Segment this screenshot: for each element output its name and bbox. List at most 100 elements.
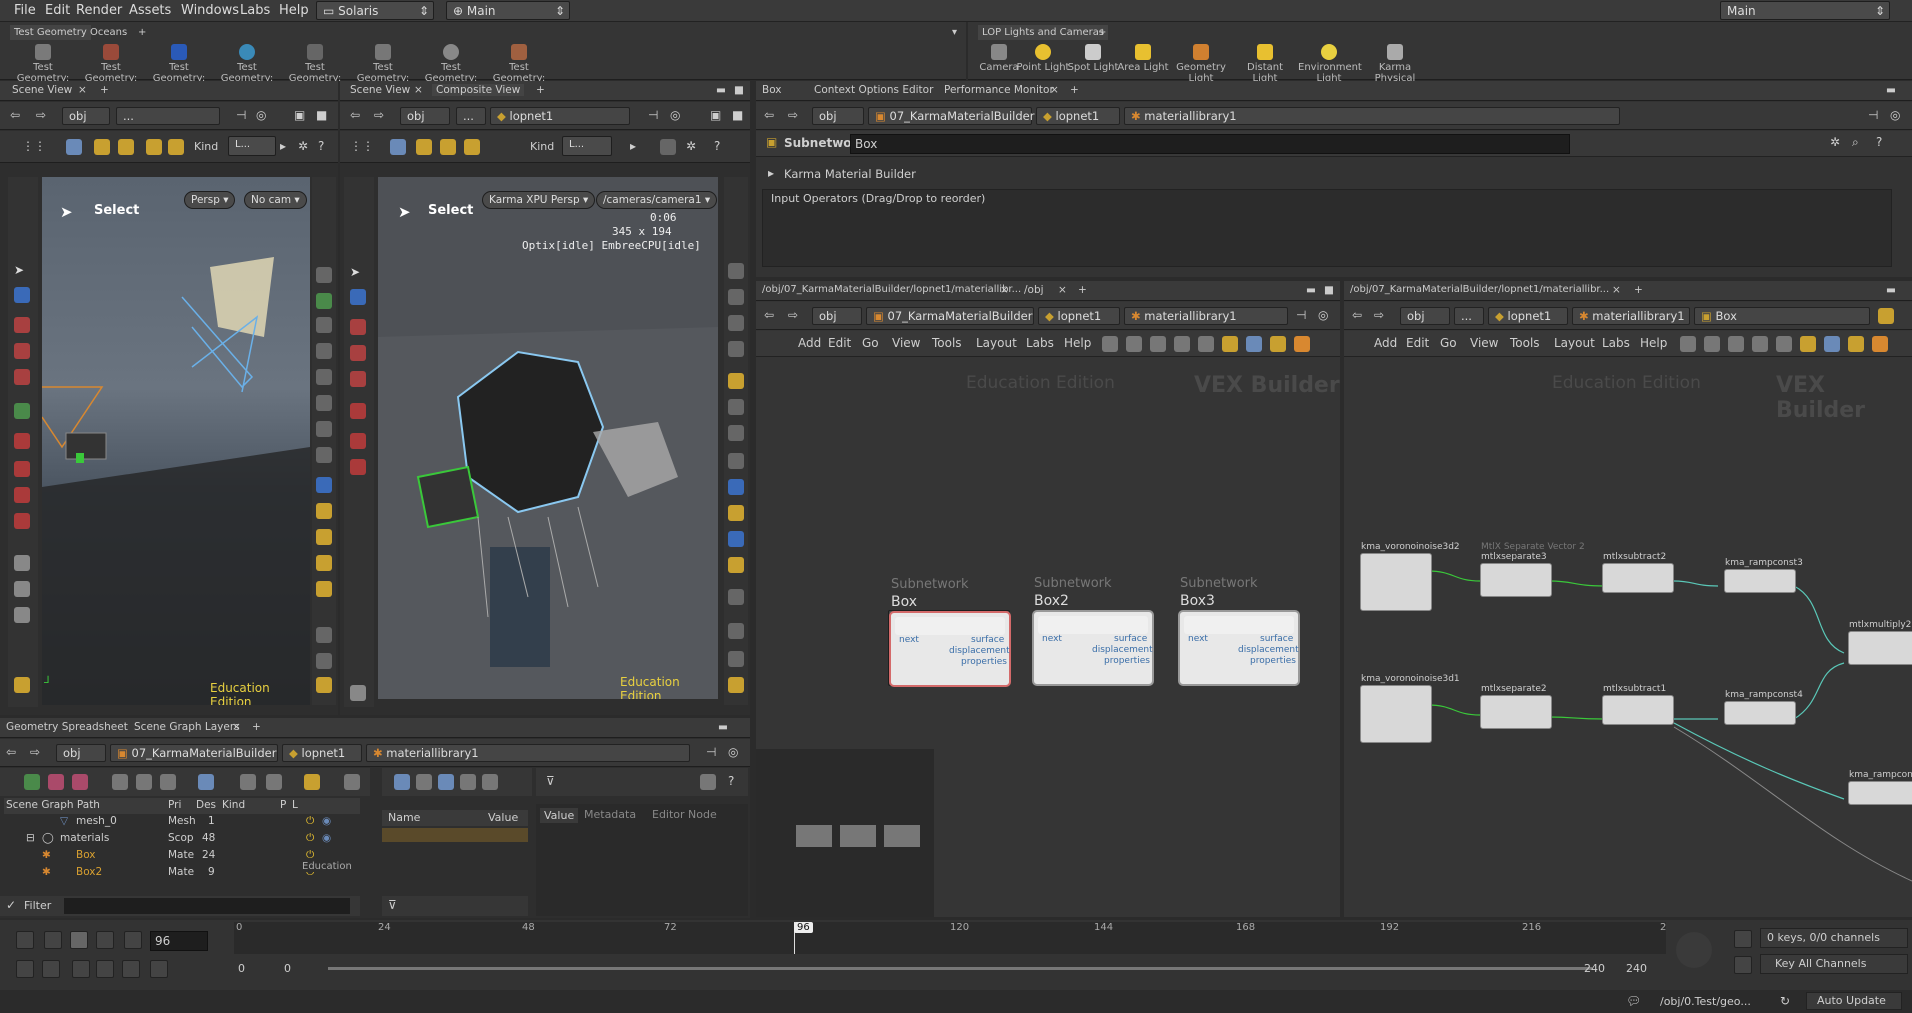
menu-view[interactable]: View xyxy=(892,336,920,350)
port-properties[interactable]: properties xyxy=(961,657,1007,667)
grid-icon[interactable]: ⋮⋮ xyxy=(22,139,46,153)
filter-icon[interactable]: ⊽ xyxy=(546,774,555,788)
gear-icon[interactable]: ✲ xyxy=(298,139,308,153)
maximize-icon[interactable]: ▬ xyxy=(1886,84,1896,96)
filter-icon[interactable] xyxy=(48,774,64,790)
select-mode-icon[interactable] xyxy=(66,139,82,155)
jump-start-icon[interactable] xyxy=(16,931,34,949)
port-next[interactable]: next xyxy=(899,635,919,645)
chat-icon[interactable]: 💬︎ xyxy=(1626,994,1641,1008)
port-properties[interactable]: properties xyxy=(1104,656,1150,666)
node-box[interactable]: Subnetwork Box next surface displacement… xyxy=(888,577,1011,687)
viewport-mid[interactable]: ➤ Select Karma XPU Persp ▾ /cameras/came… xyxy=(378,177,718,699)
selection-icon[interactable] xyxy=(94,139,110,155)
path-obj[interactable]: obj xyxy=(62,107,110,125)
snap-icon[interactable] xyxy=(14,461,30,477)
port-surface[interactable]: surface xyxy=(1114,634,1147,644)
add-tab-icon[interactable]: + xyxy=(1094,25,1110,40)
pin-icon[interactable]: ⊣ xyxy=(648,108,658,122)
audio-icon[interactable] xyxy=(16,960,34,978)
path-materiallibrary1[interactable]: ✱ materiallibrary1 xyxy=(1124,307,1288,325)
maximize-icon[interactable]: ▬ xyxy=(718,721,728,733)
close-pane-icon[interactable]: ■ xyxy=(1324,284,1334,296)
menu-help[interactable]: Help xyxy=(1064,336,1091,350)
end-frame[interactable]: 240 xyxy=(1584,962,1605,975)
property-row[interactable] xyxy=(382,828,528,842)
display-option-icon[interactable] xyxy=(728,531,744,547)
move-icon[interactable] xyxy=(14,317,30,333)
selection-icon[interactable] xyxy=(146,139,162,155)
display-option-icon[interactable] xyxy=(316,581,332,597)
menu-labs[interactable]: Labs xyxy=(1026,336,1054,350)
node-box3[interactable]: Subnetwork Box3 next surface displacemen… xyxy=(1178,576,1300,686)
pin-icon[interactable]: ⊣ xyxy=(1296,308,1306,322)
display-option-icon[interactable] xyxy=(316,529,332,545)
visibility-icon[interactable]: ⏻ xyxy=(306,815,314,828)
tab-scene-graph-layers[interactable]: Scene Graph Layers xyxy=(134,721,240,733)
display-option-icon[interactable] xyxy=(728,479,744,495)
link-icon[interactable]: ◎ xyxy=(670,108,680,122)
menu-edit[interactable]: Edit xyxy=(828,336,851,350)
grid-icon[interactable] xyxy=(316,677,332,693)
search-icon[interactable]: ⌕ xyxy=(1852,135,1859,150)
close-icon[interactable]: × xyxy=(414,84,423,96)
list-icon[interactable] xyxy=(1150,336,1166,352)
node-mtlxseparate2[interactable]: mtlxseparate2 xyxy=(1480,684,1552,729)
viewport-left[interactable]: ➤ Select Persp ▾ No cam ▾ Education Edit… xyxy=(42,177,310,705)
display-option-icon[interactable] xyxy=(316,267,332,283)
tab-context-options[interactable]: Context Options Editor xyxy=(814,84,933,96)
channel-icon[interactable] xyxy=(1734,956,1752,974)
play-icon[interactable]: ▸ xyxy=(280,139,286,153)
path-materiallibrary1[interactable]: ✱ materiallibrary1 xyxy=(1124,107,1620,125)
menu-render[interactable]: Render xyxy=(76,3,122,18)
settings-icon[interactable] xyxy=(14,677,30,693)
forward-icon[interactable]: ⇨ xyxy=(374,108,384,122)
auto-update-button[interactable]: Auto Update xyxy=(1806,992,1902,1010)
info-icon[interactable] xyxy=(316,653,332,669)
back-icon[interactable]: ⇦ xyxy=(10,108,20,122)
snap-icon[interactable] xyxy=(350,403,366,419)
tab-metadata[interactable]: Metadata xyxy=(584,808,636,821)
timeline-ruler[interactable]: 0 24 48 72 120 144 168 192 216 2 96 xyxy=(234,922,1666,954)
path-lopnet1[interactable]: ◆ lopnet1 xyxy=(490,107,630,125)
light-icon[interactable] xyxy=(14,581,30,597)
pin-icon[interactable]: ⊣ xyxy=(236,108,246,122)
tool-geometry-light[interactable]: Geometry Light xyxy=(1170,44,1232,84)
realtime-icon[interactable] xyxy=(96,960,114,978)
display-option-icon[interactable] xyxy=(728,399,744,415)
step-icon[interactable] xyxy=(122,960,140,978)
rotate-icon[interactable] xyxy=(350,345,366,361)
path-obj[interactable]: obj xyxy=(400,107,450,125)
display-option-icon[interactable] xyxy=(316,477,332,493)
path-more[interactable]: ... xyxy=(116,107,220,125)
tree-icon[interactable] xyxy=(266,774,282,790)
node-mtlxseparate3[interactable]: MtlX Separate Vector 2 mtlxseparate3 xyxy=(1480,542,1585,597)
port-displacement[interactable]: displacement xyxy=(949,646,1010,656)
port-next[interactable]: next xyxy=(1042,634,1062,644)
close-pane-icon[interactable]: ■ xyxy=(734,84,744,96)
transform-icon[interactable] xyxy=(482,774,498,790)
port-displacement[interactable]: displacement xyxy=(1238,645,1299,655)
expand-icon[interactable]: ⊟ xyxy=(26,832,35,844)
display-option-icon[interactable] xyxy=(316,447,332,463)
display-option-icon[interactable] xyxy=(728,373,744,389)
tab-geometry-spreadsheet[interactable]: Geometry Spreadsheet xyxy=(6,721,128,733)
info-icon[interactable] xyxy=(728,651,744,667)
refresh-icon[interactable]: ↻ xyxy=(1780,994,1790,1008)
frame-field[interactable]: 96 xyxy=(150,931,208,951)
table-row[interactable]: ▽ mesh_0 Mesh 1 ⏻ ◉ xyxy=(4,815,360,830)
key-icon[interactable] xyxy=(1676,932,1712,968)
shelf-tab-test-geometry[interactable]: Test Geometry xyxy=(10,25,91,40)
display-option-icon[interactable] xyxy=(728,315,744,331)
note-icon[interactable] xyxy=(1222,336,1238,352)
display-option-icon[interactable] xyxy=(728,289,744,305)
search-icon[interactable] xyxy=(160,774,176,790)
cam-menu[interactable]: No cam ▾ xyxy=(244,191,307,209)
help-icon[interactable]: ? xyxy=(318,139,324,153)
path-obj[interactable]: obj xyxy=(56,744,106,762)
snapshot-icon[interactable]: ▣ xyxy=(294,108,305,122)
forward-icon[interactable]: ⇨ xyxy=(30,745,40,759)
menu-edit[interactable]: Edit xyxy=(45,3,70,18)
display-option-icon[interactable] xyxy=(728,557,744,573)
menu-file[interactable]: File xyxy=(14,3,36,18)
